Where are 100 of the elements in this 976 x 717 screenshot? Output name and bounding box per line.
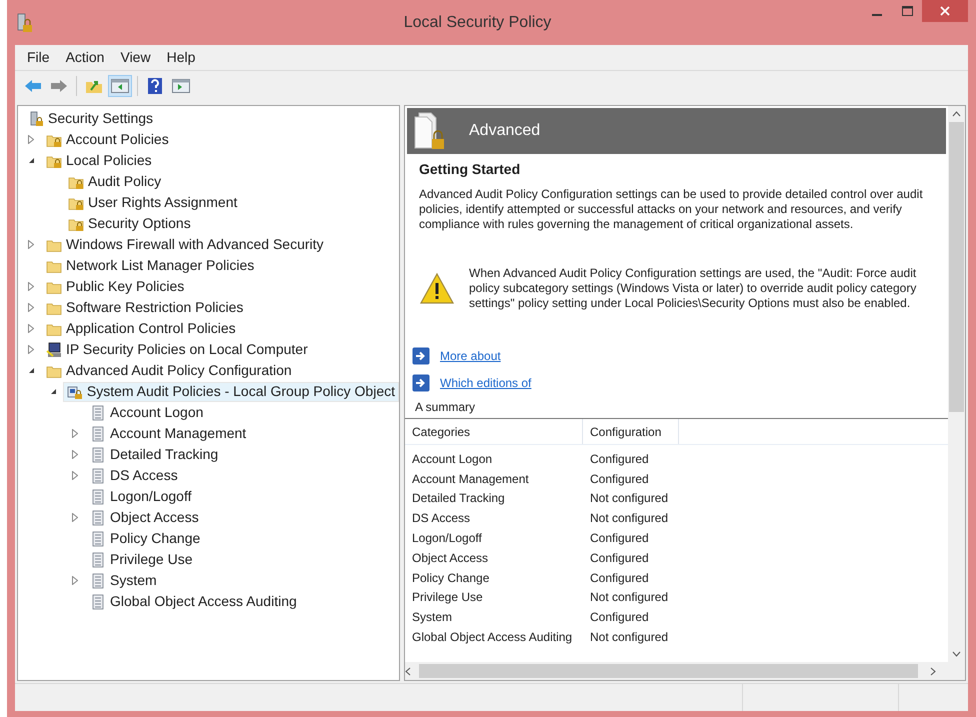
- tree-item[interactable]: Policy Change: [86, 528, 204, 548]
- collapsed-arrow-icon[interactable]: [28, 345, 34, 354]
- table-cell-text: Configured: [589, 570, 650, 587]
- tree-item[interactable]: Local Policies: [42, 150, 156, 170]
- tree-item[interactable]: DS Access: [86, 466, 182, 486]
- collapsed-arrow-icon[interactable]: [28, 135, 34, 144]
- tree-item[interactable]: Object Access: [86, 508, 203, 528]
- warning-icon: [419, 272, 455, 306]
- table-cell-text: Policy Change: [411, 570, 490, 587]
- tree-item[interactable]: Audit Policy: [64, 172, 166, 192]
- server-lock-icon: [28, 110, 44, 126]
- intro-text: Advanced Audit Policy Configuration settings can be used to provide detailed control over audit policies, identify attempted or successful attacks on your network and resources, and verify compliance with rules governing the management of critical organizational assets.: [419, 187, 924, 232]
- vertical-scrollbar[interactable]: [948, 106, 965, 680]
- menu-item[interactable]: Help: [158, 47, 204, 68]
- tree-item[interactable]: IP Security Policies on Local Computer: [42, 340, 312, 360]
- table-cell-text: Detailed Tracking: [411, 490, 506, 508]
- summary-label: A summary: [414, 399, 476, 416]
- menu-item[interactable]: View: [112, 47, 159, 68]
- pane-left-icon: [111, 79, 129, 93]
- scroll-up-icon[interactable]: [952, 111, 961, 117]
- app-icon: [15, 12, 33, 32]
- collapsed-arrow-icon[interactable]: [72, 429, 78, 438]
- table-cell-text: Not configured: [589, 490, 670, 508]
- tree-item[interactable]: Privilege Use: [86, 550, 196, 570]
- table-cell-text: Object Access: [411, 550, 490, 567]
- table-cell-text: Not configured: [589, 589, 670, 606]
- tree-item[interactable]: Account Logon: [86, 402, 208, 422]
- horizontal-scrollbar[interactable]: [405, 662, 948, 680]
- tree-item[interactable]: User Rights Assignment: [64, 192, 242, 212]
- tree-item[interactable]: Account Policies: [42, 130, 173, 150]
- tree-item[interactable]: Account Management: [86, 424, 250, 444]
- tree-item[interactable]: Advanced Audit Policy Configuration: [42, 360, 296, 380]
- close-button[interactable]: [922, 0, 968, 22]
- tree-item[interactable]: Global Object Access Auditing: [86, 592, 301, 612]
- close-icon: [940, 6, 950, 16]
- expanded-arrow-icon[interactable]: [50, 388, 57, 395]
- header-title: Advanced: [469, 121, 540, 141]
- scroll-left-icon[interactable]: [405, 666, 411, 676]
- tree-item[interactable]: Windows Firewall with Advanced Security: [42, 234, 328, 254]
- show-tree-button[interactable]: [108, 75, 132, 97]
- table-cell-text: Configured: [589, 470, 650, 488]
- tree-item[interactable]: Security Settings: [24, 108, 158, 128]
- minimize-icon: [872, 14, 882, 16]
- table-cell-text: Configured: [589, 450, 650, 468]
- document-icon: [90, 552, 106, 568]
- expanded-arrow-icon[interactable]: [28, 367, 35, 374]
- document-icon: [90, 404, 106, 420]
- scroll-down-icon[interactable]: [952, 651, 961, 657]
- document-icon: [90, 510, 106, 526]
- collapsed-arrow-icon[interactable]: [28, 324, 34, 333]
- document-icon: [90, 530, 106, 546]
- document-icon: [90, 594, 106, 610]
- table-cell-text: Global Object Access Auditing: [411, 629, 574, 646]
- tree-item[interactable]: Detailed Tracking: [86, 444, 222, 464]
- section-heading: Getting Started: [419, 162, 522, 177]
- collapsed-arrow-icon[interactable]: [72, 513, 78, 522]
- maximize-icon: [902, 6, 912, 16]
- collapsed-arrow-icon[interactable]: [72, 576, 78, 585]
- document-icon: [90, 446, 106, 462]
- document-icon: [90, 572, 106, 588]
- computer-key-icon: [46, 342, 62, 358]
- table-cell-text: Configured: [589, 609, 650, 626]
- help-link[interactable]: More about: [440, 347, 501, 365]
- table-cell-text: Configured: [589, 530, 650, 548]
- collapsed-arrow-icon[interactable]: [28, 282, 34, 291]
- left-arrow-icon: [24, 79, 42, 93]
- scroll-right-icon[interactable]: [930, 666, 936, 676]
- table-cell-text: Account Logon: [411, 450, 494, 468]
- tree-item[interactable]: System Audit Policies - Local Group Policy Object: [62, 382, 399, 402]
- collapsed-arrow-icon[interactable]: [28, 303, 34, 312]
- policy-object-icon: [66, 384, 83, 400]
- table-cell-text: Configured: [589, 550, 650, 567]
- table-cell-text: Not configured: [589, 629, 670, 646]
- tree-item[interactable]: Security Options: [64, 214, 195, 234]
- help-icon: [147, 77, 163, 95]
- warning-text: When Advanced Audit Policy Configuration settings are used, the "Audit: Force audit policy subcategory settings (Windows Vista or later) to override audit policy category settings" policy setting under Local Policies\Security Options must also be enabled.: [469, 266, 918, 311]
- right-arrow-icon: [50, 79, 68, 93]
- tree-item[interactable]: Public Key Policies: [42, 276, 188, 296]
- table-cell-text: Account Management: [411, 470, 530, 488]
- collapsed-arrow-icon[interactable]: [72, 471, 78, 480]
- tree-item[interactable]: Software Restriction Policies: [42, 298, 248, 318]
- tree-item[interactable]: System: [86, 570, 161, 590]
- menu-item[interactable]: File: [19, 47, 58, 68]
- table-cell-text: Logon/Logoff: [411, 530, 483, 548]
- menu-item[interactable]: Action: [58, 47, 112, 68]
- pane-right-icon: [172, 79, 190, 93]
- tree-item[interactable]: Logon/Logoff: [86, 486, 196, 506]
- table-cell-text: Not configured: [589, 510, 670, 528]
- tree-item[interactable]: Network List Manager Policies: [42, 256, 258, 276]
- collapsed-arrow-icon[interactable]: [28, 240, 34, 249]
- column-header[interactable]: Configuration: [583, 419, 679, 444]
- tree-item[interactable]: Application Control Policies: [42, 318, 240, 338]
- document-icon: [90, 426, 106, 442]
- table-cell-text: System: [411, 609, 454, 626]
- help-link[interactable]: Which editions of: [440, 374, 532, 392]
- column-header[interactable]: Categories: [405, 419, 583, 444]
- table-cell-text: DS Access: [411, 510, 472, 528]
- window-title: Local Security Policy: [402, 12, 552, 32]
- collapsed-arrow-icon[interactable]: [72, 450, 78, 459]
- expanded-arrow-icon[interactable]: [28, 157, 35, 164]
